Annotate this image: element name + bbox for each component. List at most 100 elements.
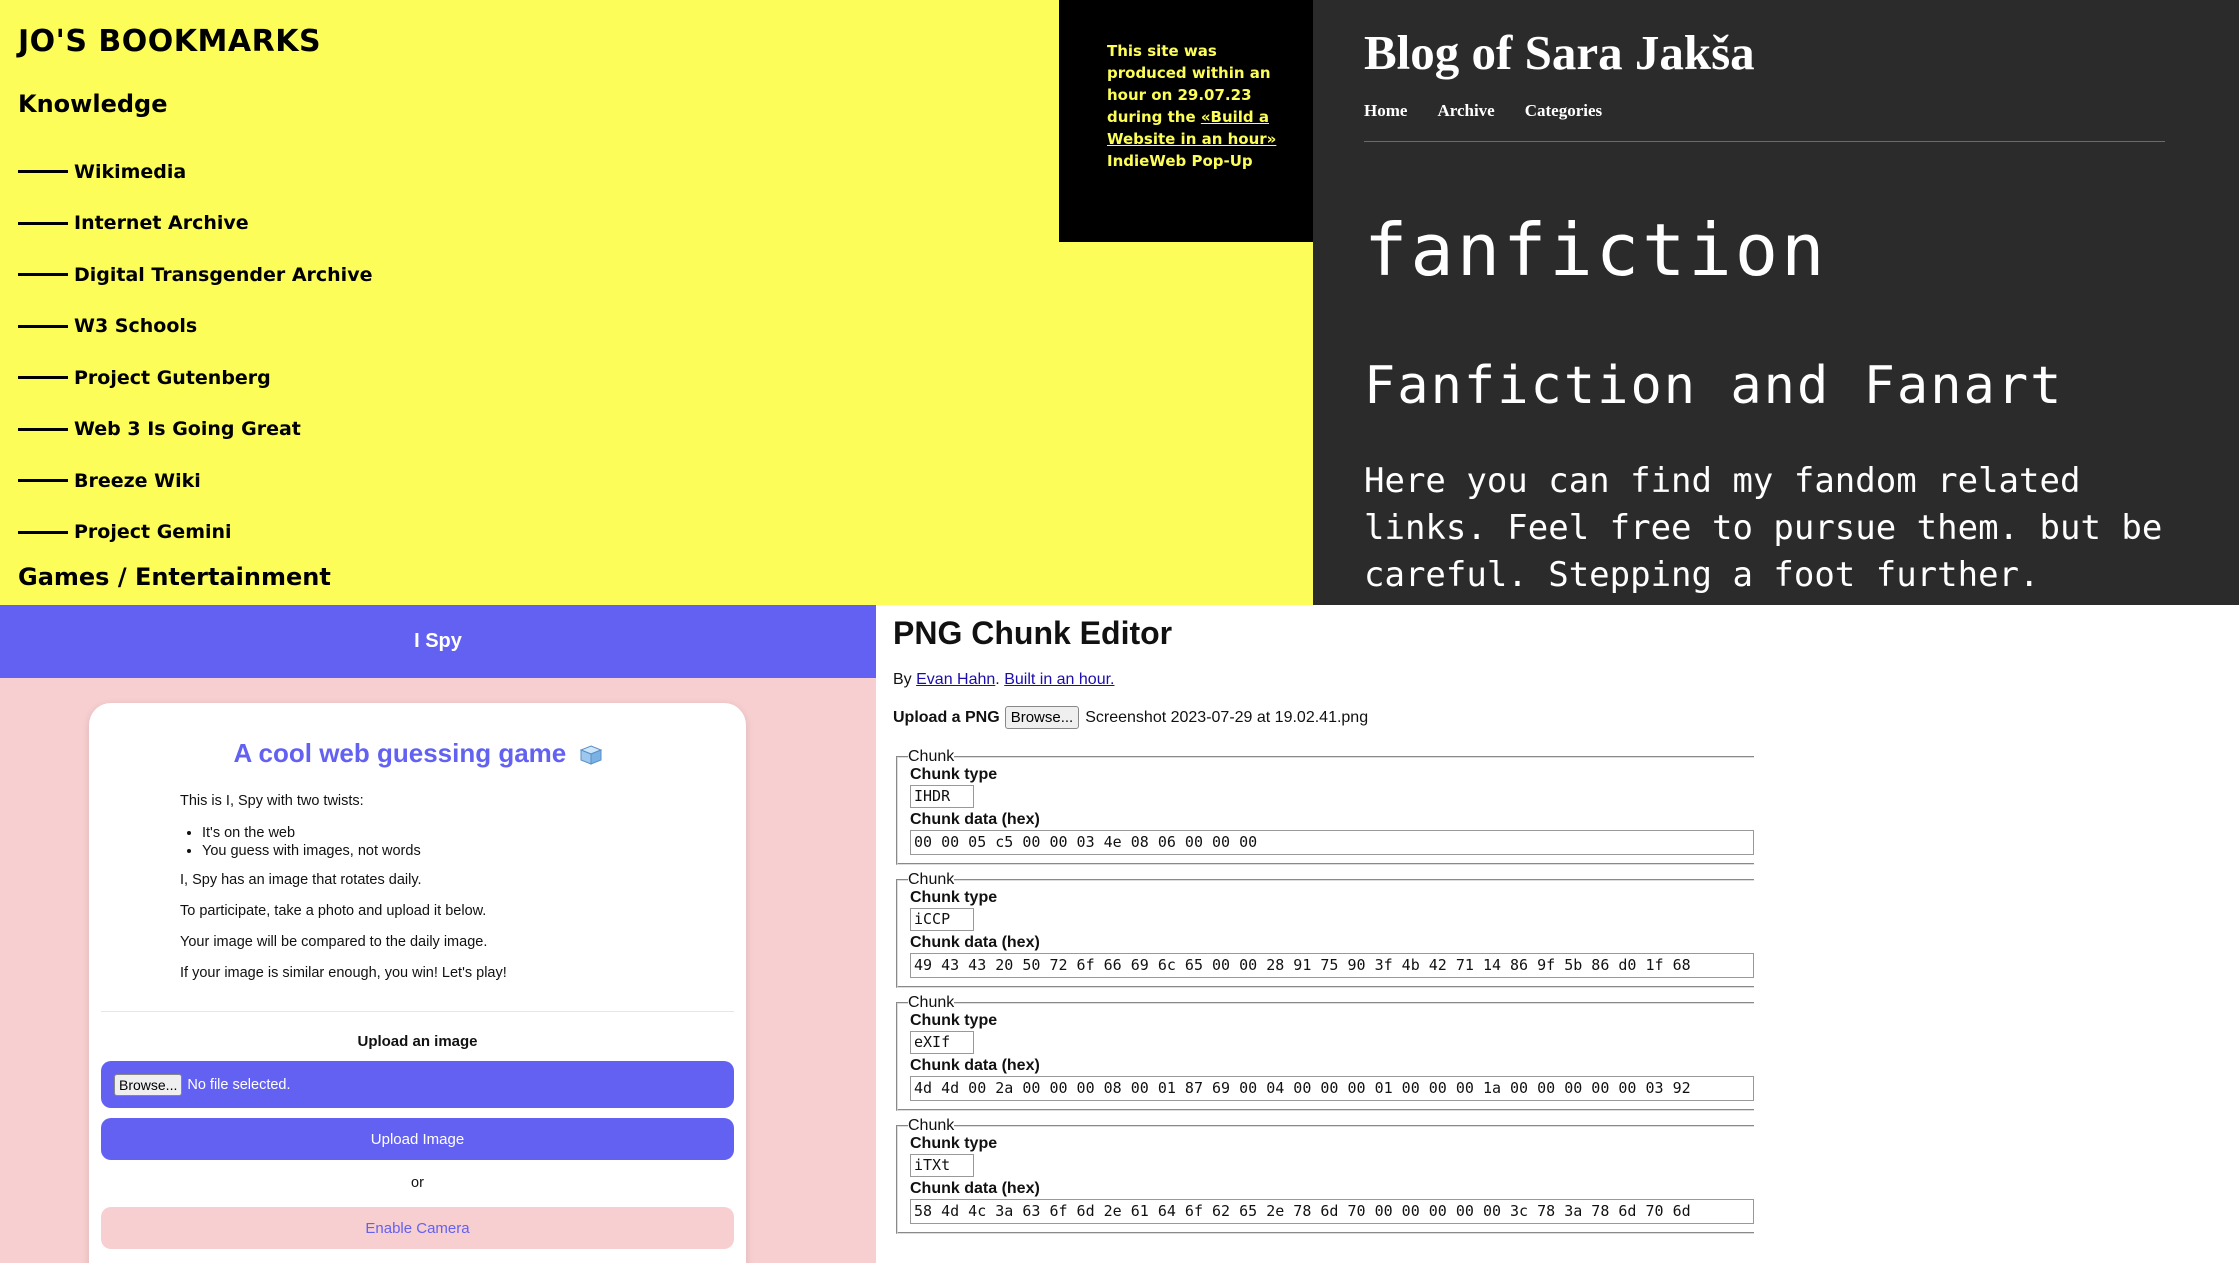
- dash-decoration: [18, 221, 68, 225]
- bookmark-link-wikimedia[interactable]: Wikimedia: [18, 146, 372, 198]
- chunk-fieldset: Chunk Chunk type iTXt Chunk data (hex) 5…: [896, 1117, 1754, 1234]
- png-browse-button[interactable]: Browse...: [1004, 706, 1080, 729]
- chunk-type-label: Chunk type: [910, 1012, 998, 1029]
- games-heading: Games / Entertainment: [18, 563, 331, 591]
- bookmark-link-label: W3 Schools: [74, 315, 198, 338]
- ispy-paragraph: To participate, take a photo and upload …: [180, 903, 487, 919]
- image-file-input[interactable]: Browse... No file selected.: [101, 1061, 734, 1108]
- dash-decoration: [18, 530, 68, 534]
- bookmark-link-label: Project Gemini: [74, 521, 232, 544]
- byline: By Evan Hahn. Built in an hour.: [893, 671, 1114, 689]
- chunk-type-input[interactable]: eXIf: [910, 1031, 974, 1054]
- chunk-fieldset: Chunk Chunk type iCCP Chunk data (hex) 4…: [896, 871, 1754, 988]
- chunk-fieldset: Chunk Chunk type IHDR Chunk data (hex) 0…: [896, 748, 1754, 865]
- popup-info-text: This site was produced within an hour on…: [1107, 40, 1293, 172]
- nav-categories[interactable]: Categories: [1525, 101, 1602, 121]
- chunk-type-input[interactable]: iCCP: [910, 908, 974, 931]
- dash-decoration: [18, 273, 68, 277]
- ispy-twist-list: It's on the web You guess with images, n…: [180, 824, 660, 860]
- bookmark-link-w3-schools[interactable]: W3 Schools: [18, 301, 372, 353]
- chunk-data-label: Chunk data (hex): [910, 934, 1040, 951]
- chunk-list: Chunk Chunk type IHDR Chunk data (hex) 0…: [896, 748, 1754, 1240]
- selected-filename: Screenshot 2023-07-29 at 19.02.41.png: [1085, 708, 1369, 726]
- list-item: You guess with images, not words: [202, 842, 660, 860]
- upload-png-label: Upload a PNG: [893, 708, 1000, 726]
- bookmark-link-label: Web 3 Is Going Great: [74, 418, 301, 441]
- file-status-text: No file selected.: [187, 1076, 291, 1093]
- blog-panel: Blog of Sara Jakša Home Archive Categori…: [1313, 0, 2239, 605]
- byline-prefix: By: [893, 671, 917, 688]
- bookmarks-panel: JO'S BOOKMARKS Knowledge Wikimedia Inter…: [0, 0, 1313, 605]
- png-editor-panel: PNG Chunk Editor By Evan Hahn. Built in …: [876, 605, 2239, 1263]
- list-item: It's on the web: [202, 824, 660, 842]
- chunk-legend: Chunk: [908, 871, 955, 888]
- ispy-heading: A cool web guessing game: [89, 738, 746, 769]
- bookmark-link-project-gutenberg[interactable]: Project Gutenberg: [18, 352, 372, 404]
- popup-text-after: IndieWeb Pop-Up: [1107, 152, 1253, 170]
- ispy-description: This is I, Spy with two twists: It's on …: [180, 793, 660, 996]
- png-editor-title: PNG Chunk Editor: [893, 615, 1173, 651]
- blog-nav: Home Archive Categories: [1364, 101, 1602, 121]
- chunk-type-input[interactable]: IHDR: [910, 785, 974, 808]
- dash-decoration: [18, 376, 68, 380]
- bookmarks-site-title[interactable]: JO'S BOOKMARKS: [18, 24, 321, 59]
- chunk-data-label: Chunk data (hex): [910, 1180, 1040, 1197]
- header-divider: [1364, 141, 2165, 142]
- browse-button[interactable]: Browse...: [114, 1073, 183, 1096]
- chunk-fieldset: Chunk Chunk type eXIf Chunk data (hex) 4…: [896, 994, 1754, 1111]
- bookmark-link-label: Project Gutenberg: [74, 366, 271, 389]
- ispy-divider: [101, 1011, 734, 1012]
- chunk-type-label: Chunk type: [910, 1135, 998, 1152]
- bookmark-link-web3-going-great[interactable]: Web 3 Is Going Great: [18, 404, 372, 456]
- author-link[interactable]: Evan Hahn: [916, 671, 995, 688]
- ispy-header: I Spy: [0, 605, 876, 678]
- byline-separator: .: [995, 671, 1005, 688]
- built-in-hour-link[interactable]: Built in an hour.: [1004, 671, 1114, 688]
- ispy-card: A cool web guessing game This is I, Spy …: [89, 703, 746, 1263]
- chunk-type-input[interactable]: iTXt: [910, 1154, 974, 1177]
- popup-info-box: This site was produced within an hour on…: [1059, 0, 1313, 242]
- chunk-type-label: Chunk type: [910, 889, 998, 906]
- bookmark-link-label: Internet Archive: [74, 212, 249, 235]
- chunk-data-label: Chunk data (hex): [910, 811, 1040, 828]
- chunk-data-input[interactable]: 49 43 43 20 50 72 6f 66 69 6c 65 00 00 2…: [910, 953, 1754, 978]
- or-separator: or: [411, 1175, 424, 1191]
- chunk-legend: Chunk: [908, 1117, 955, 1134]
- chunk-type-label: Chunk type: [910, 766, 998, 783]
- chunk-data-input[interactable]: 58 4d 4c 3a 63 6f 6d 2e 61 64 6f 62 65 2…: [910, 1199, 1754, 1224]
- upload-image-button[interactable]: Upload Image: [101, 1118, 734, 1160]
- blog-site-title[interactable]: Blog of Sara Jakša: [1364, 24, 1755, 81]
- dash-decoration: [18, 170, 68, 174]
- ispy-paragraph: If your image is similar enough, you win…: [180, 965, 507, 981]
- ispy-intro: This is I, Spy with two twists:: [180, 793, 364, 809]
- dash-decoration: [18, 479, 68, 483]
- chunk-legend: Chunk: [908, 748, 955, 765]
- dash-decoration: [18, 324, 68, 328]
- ispy-paragraph: Your image will be compared to the daily…: [180, 934, 488, 950]
- bookmark-link-internet-archive[interactable]: Internet Archive: [18, 198, 372, 250]
- chunk-data-input[interactable]: 00 00 05 c5 00 00 03 4e 08 06 00 00 00: [910, 830, 1754, 855]
- bookmark-link-label: Digital Transgender Archive: [74, 263, 373, 286]
- nav-home[interactable]: Home: [1364, 101, 1407, 121]
- bookmark-link-digital-transgender-archive[interactable]: Digital Transgender Archive: [18, 249, 372, 301]
- section-heading: Fanfiction and Fanart: [1364, 356, 2064, 416]
- knowledge-link-list: Wikimedia Internet Archive Digital Trans…: [18, 146, 372, 558]
- enable-camera-button[interactable]: Enable Camera: [101, 1207, 734, 1249]
- chunk-legend: Chunk: [908, 994, 955, 1011]
- ice-cube-icon: [579, 745, 602, 765]
- bookmark-link-breeze-wiki[interactable]: Breeze Wiki: [18, 455, 372, 507]
- ispy-heading-text: A cool web guessing game: [233, 738, 567, 768]
- ispy-paragraph: I, Spy has an image that rotates daily.: [180, 872, 422, 888]
- bookmark-link-project-gemini[interactable]: Project Gemini: [18, 507, 372, 559]
- chunk-data-input[interactable]: 4d 4d 00 2a 00 00 00 08 00 01 87 69 00 0…: [910, 1076, 1754, 1101]
- nav-archive[interactable]: Archive: [1437, 101, 1494, 121]
- knowledge-heading: Knowledge: [18, 90, 168, 118]
- ispy-panel: I Spy A cool web guessing game This is I…: [0, 605, 876, 1263]
- png-upload-row: Upload a PNG Browse... Screenshot 2023-0…: [893, 706, 1368, 729]
- intro-paragraph: Here you can find my fandom related link…: [1364, 461, 2163, 595]
- bookmark-link-label: Wikimedia: [74, 160, 187, 183]
- page-heading: fanfiction: [1364, 208, 1828, 292]
- bookmark-link-label: Breeze Wiki: [74, 469, 201, 492]
- upload-image-label: Upload an image: [357, 1033, 478, 1050]
- chunk-data-label: Chunk data (hex): [910, 1057, 1040, 1074]
